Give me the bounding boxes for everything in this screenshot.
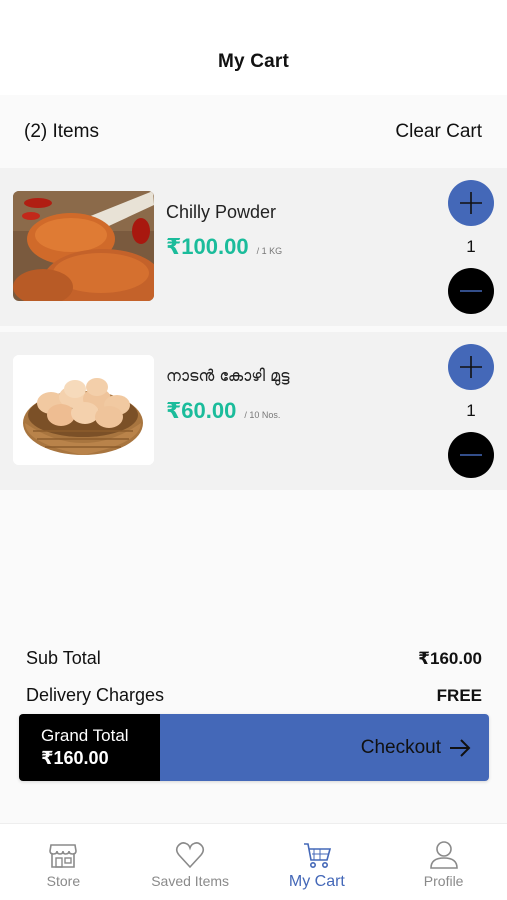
eggs-basket-image	[13, 355, 154, 465]
items-count: (2) Items	[24, 120, 99, 142]
quantity-value: 1	[466, 237, 476, 256]
decrease-quantity-button[interactable]	[448, 268, 494, 314]
page-title: My Cart	[217, 51, 290, 72]
nav-label-saved: Saved Items	[151, 873, 230, 889]
delivery-row: Delivery Charges FREE	[26, 677, 482, 714]
nav-item-store[interactable]: Store	[0, 824, 127, 900]
item-unit: / 10 Nos.	[244, 410, 281, 420]
quantity-stepper: 1	[448, 344, 494, 478]
plus-icon	[460, 192, 482, 214]
subtotal-value: ₹160.00	[418, 648, 482, 668]
nav-item-saved[interactable]: Saved Items	[127, 824, 254, 900]
grand-total-label: Grand Total	[41, 726, 129, 745]
nav-label-cart: My Cart	[288, 873, 345, 890]
nav-label-profile: Profile	[423, 873, 464, 889]
cart-summary-row: (2) Items Clear Cart	[0, 95, 507, 168]
delivery-label: Delivery Charges	[26, 685, 165, 705]
cart-item: Chilly Powder ₹100.00 / 1 KG 1	[0, 168, 507, 326]
increase-quantity-button[interactable]	[448, 180, 494, 226]
clear-cart-button[interactable]: Clear Cart	[395, 121, 482, 143]
quantity-value: 1	[466, 401, 476, 420]
chilly-powder-image	[13, 191, 154, 301]
checkout-label: Checkout	[360, 736, 441, 758]
cart-totals: Sub Total ₹160.00 Delivery Charges FREE	[0, 640, 507, 714]
user-icon	[429, 841, 458, 869]
delivery-value: FREE	[436, 685, 482, 705]
minus-icon	[460, 290, 482, 292]
minus-icon	[460, 454, 482, 456]
arrow-right-icon	[450, 738, 471, 757]
item-price: ₹60.00	[166, 398, 237, 423]
checkout-button[interactable]: Checkout	[160, 714, 489, 781]
item-name: നാടൻ കോഴി മുട്ട	[166, 366, 290, 385]
increase-quantity-button[interactable]	[448, 344, 494, 390]
item-price: ₹100.00	[166, 234, 249, 259]
grand-total-box: Grand Total ₹160.00	[19, 714, 160, 781]
nav-item-profile[interactable]: Profile	[380, 824, 507, 900]
heart-icon	[176, 842, 205, 869]
nav-item-cart[interactable]: My Cart	[254, 824, 381, 900]
item-name: Chilly Powder	[166, 202, 277, 222]
grand-total-value: ₹160.00	[41, 748, 109, 768]
cart-item: നാടൻ കോഴി മുട്ട ₹60.00 / 10 Nos. 1	[0, 332, 507, 490]
decrease-quantity-button[interactable]	[448, 432, 494, 478]
subtotal-label: Sub Total	[26, 648, 101, 668]
item-unit: / 1 KG	[256, 246, 283, 256]
item-price-row: ₹100.00 / 1 KG	[166, 234, 282, 260]
quantity-stepper: 1	[448, 180, 494, 314]
store-icon	[49, 844, 78, 868]
nav-label-store: Store	[46, 873, 81, 889]
subtotal-row: Sub Total ₹160.00	[26, 640, 482, 677]
app-header: My Cart	[0, 0, 507, 95]
plus-icon	[460, 356, 482, 378]
checkout-bar: Grand Total ₹160.00 Checkout	[19, 714, 489, 781]
bottom-navigation: Store Saved Items My Cart Profile	[0, 823, 507, 900]
cart-icon	[303, 843, 331, 868]
item-price-row: ₹60.00 / 10 Nos.	[166, 398, 280, 424]
